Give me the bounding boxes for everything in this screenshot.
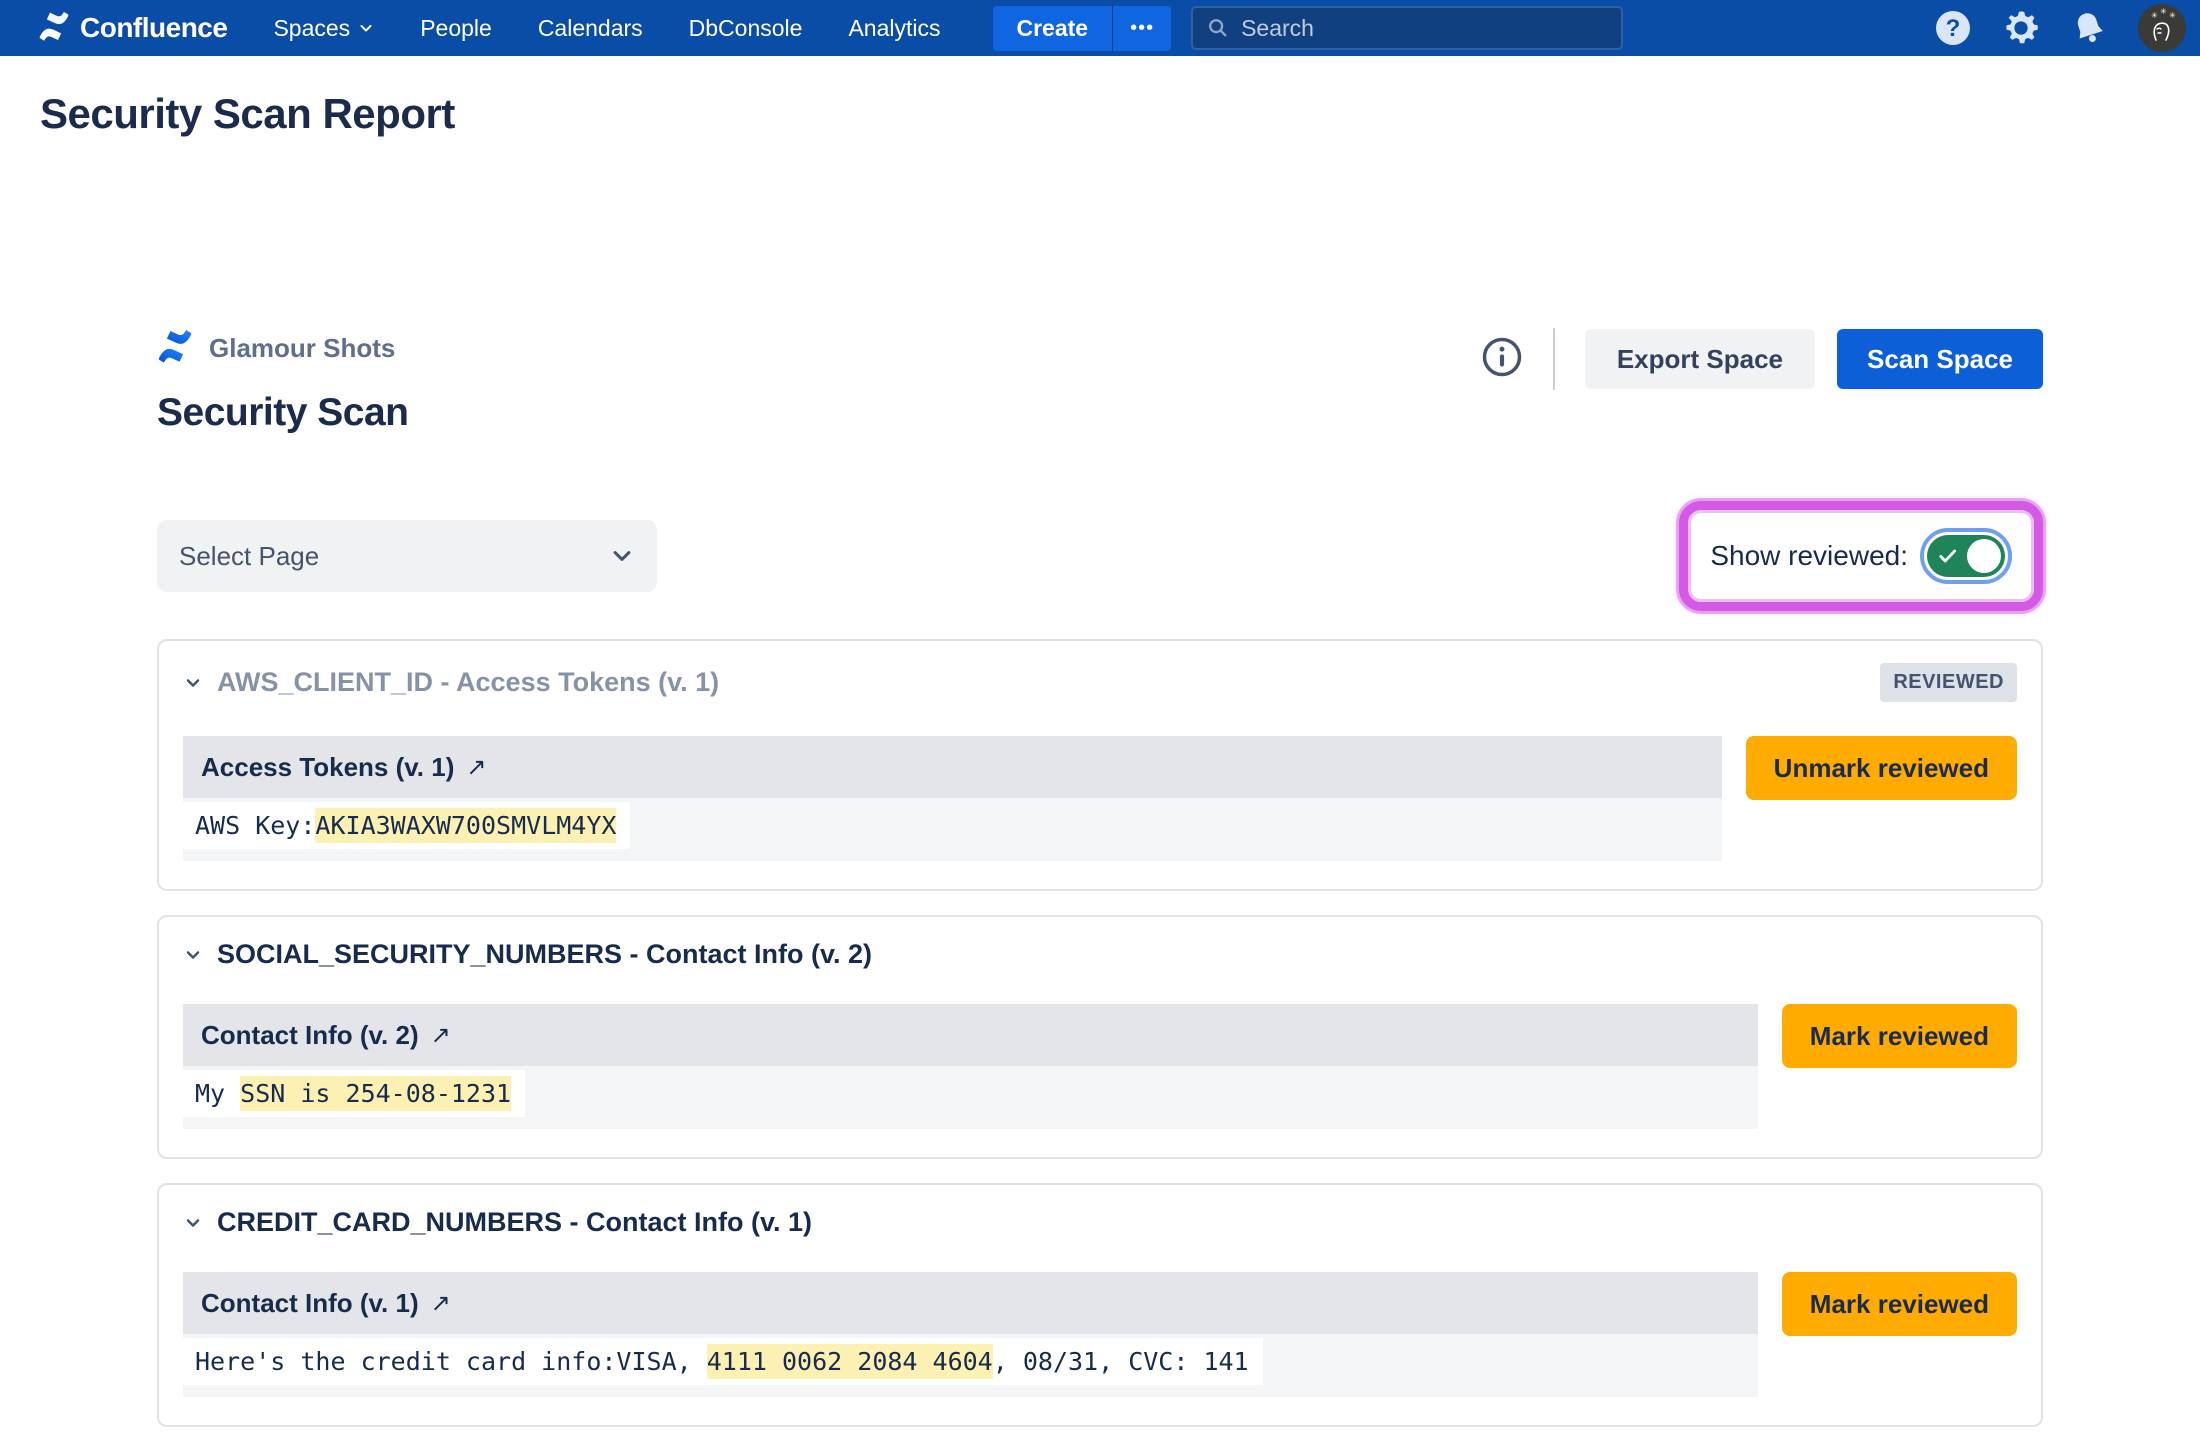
finding-page-link[interactable]: Access Tokens (v. 1) ↗ [183, 736, 1722, 798]
snippet-panel: AWS Key:AKIA3WAXW700SMVLM4YX [183, 798, 1722, 861]
scan-space-button[interactable]: Scan Space [1837, 329, 2043, 389]
mark-reviewed-button[interactable]: Mark reviewed [1782, 1004, 2017, 1068]
unmark-reviewed-button[interactable]: Unmark reviewed [1746, 736, 2017, 800]
nav-item-spaces[interactable]: Spaces [273, 15, 374, 42]
external-link-icon: ↗ [431, 1021, 451, 1050]
space-logo-icon [157, 328, 193, 369]
nav-item-analytics[interactable]: Analytics [848, 15, 940, 42]
search-icon [1207, 16, 1229, 40]
nav-item-calendars[interactable]: Calendars [538, 15, 643, 42]
finding-page-link[interactable]: Contact Info (v. 1) ↗ [183, 1272, 1758, 1334]
finding-title: SOCIAL_SECURITY_NUMBERS - Contact Info (… [217, 939, 872, 970]
show-reviewed-label: Show reviewed: [1710, 540, 1908, 572]
external-link-icon: ↗ [431, 1289, 451, 1318]
space-name[interactable]: Glamour Shots [209, 333, 395, 364]
bell-icon[interactable] [2070, 9, 2108, 47]
nav-item-people[interactable]: People [420, 15, 492, 42]
report-container: Glamour Shots Security Scan Export Space… [157, 328, 2043, 1427]
select-page-placeholder: Select Page [179, 541, 319, 572]
sensitive-match: AKIA3WAXW700SMVLM4YX [315, 808, 616, 843]
show-reviewed-toggle[interactable] [1927, 535, 2005, 577]
info-icon[interactable] [1481, 336, 1523, 383]
snippet-line: AWS Key:AKIA3WAXW700SMVLM4YX [183, 802, 630, 849]
create-more-button[interactable]: ••• [1112, 6, 1171, 51]
finding-card-aws-client-id: AWS_CLIENT_ID - Access Tokens (v. 1) REV… [157, 639, 2043, 891]
nav-menu: Spaces People Calendars DbConsole Analyt… [273, 15, 940, 42]
toggle-knob [1967, 539, 2001, 573]
user-avatar[interactable]: ✳✳✳ [2138, 4, 2186, 52]
mark-reviewed-button[interactable]: Mark reviewed [1782, 1272, 2017, 1336]
external-link-icon: ↗ [466, 753, 486, 782]
snippet-panel: Here's the credit card info:VISA, 4111 0… [183, 1334, 1758, 1397]
sensitive-match: 4111 0062 2084 4604 [707, 1344, 993, 1379]
nav-right-icons: ? ✳✳✳ [1934, 4, 2186, 52]
chevron-down-icon [611, 545, 633, 567]
nav-item-dbconsole[interactable]: DbConsole [689, 15, 803, 42]
search-box[interactable] [1191, 6, 1623, 50]
chevron-down-icon[interactable] [183, 1213, 203, 1233]
gear-icon[interactable] [2002, 9, 2040, 47]
chevron-down-icon [358, 20, 374, 36]
finding-card-credit-card: CREDIT_CARD_NUMBERS - Contact Info (v. 1… [157, 1183, 2043, 1427]
export-space-button[interactable]: Export Space [1585, 329, 1815, 389]
svg-text:?: ? [1946, 15, 1961, 42]
help-icon[interactable]: ? [1934, 9, 1972, 47]
finding-page-link[interactable]: Contact Info (v. 2) ↗ [183, 1004, 1758, 1066]
search-input[interactable] [1241, 15, 1607, 42]
controls-row: Select Page Show reviewed: [157, 495, 2043, 617]
finding-title: CREDIT_CARD_NUMBERS - Contact Info (v. 1… [217, 1207, 812, 1238]
reviewed-badge: REVIEWED [1880, 663, 2017, 702]
snippet-line: Here's the credit card info:VISA, 4111 0… [183, 1338, 1263, 1385]
space-actions: Export Space Scan Space [1481, 328, 2043, 390]
findings-list: AWS_CLIENT_ID - Access Tokens (v. 1) REV… [157, 639, 2043, 1427]
svg-text:✳: ✳ [2169, 11, 2176, 20]
sensitive-match: SSN is 254-08-1231 [240, 1076, 511, 1111]
space-header: Glamour Shots Security Scan Export Space… [157, 328, 2043, 435]
create-button[interactable]: Create [993, 6, 1113, 51]
finding-title: AWS_CLIENT_ID - Access Tokens (v. 1) [217, 667, 719, 698]
snippet-panel: My SSN is 254-08-1231 [183, 1066, 1758, 1129]
divider [1553, 328, 1555, 390]
svg-text:✳: ✳ [2151, 11, 2158, 20]
show-reviewed-annotation: Show reviewed: [1679, 501, 2043, 611]
create-button-group: Create ••• [993, 6, 1172, 51]
select-page-dropdown[interactable]: Select Page [157, 520, 657, 592]
page-title: Security Scan Report [40, 90, 2200, 138]
confluence-logo-icon [38, 10, 70, 47]
top-nav: Confluence Spaces People Calendars DbCon… [0, 0, 2200, 56]
brand-name: Confluence [80, 12, 227, 44]
check-icon [1937, 545, 1959, 567]
snippet-line: My SSN is 254-08-1231 [183, 1070, 525, 1117]
svg-text:✳: ✳ [2160, 7, 2167, 16]
chevron-down-icon[interactable] [183, 945, 203, 965]
space-heading: Security Scan [157, 391, 408, 435]
finding-card-ssn: SOCIAL_SECURITY_NUMBERS - Contact Info (… [157, 915, 2043, 1159]
toggle-focus-ring [1920, 528, 2012, 584]
chevron-down-icon[interactable] [183, 673, 203, 693]
confluence-brand[interactable]: Confluence [38, 10, 227, 47]
